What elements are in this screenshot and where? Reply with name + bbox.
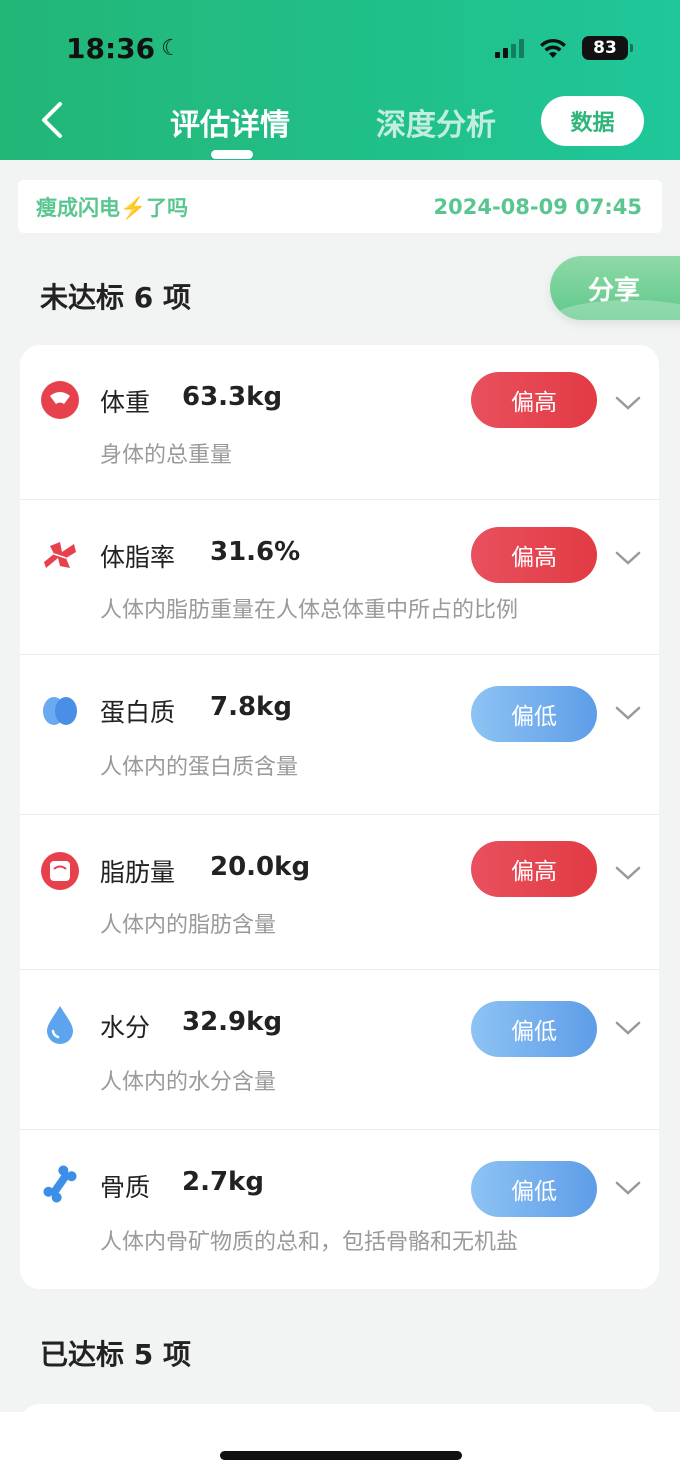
bone-icon (43, 1165, 77, 1203)
info-bar: 瘦成闪电⚡️了吗 2024-08-09 07:45 (18, 180, 662, 233)
data-button[interactable]: 数据 (541, 96, 644, 146)
metric-value: 32.9kg (182, 1007, 283, 1037)
metric-row-body-fat[interactable]: 体脂率 31.6% 偏高 人体内脂肪重量在人体总体重中所占的比例 (20, 500, 659, 655)
metric-value: 63.3kg (182, 382, 283, 412)
metric-name: 水分 (100, 1013, 151, 1042)
metric-value: 2.7kg (182, 1167, 264, 1197)
status-time: 18:36 ☾ (66, 32, 181, 65)
status-badge: 偏低 (471, 1001, 597, 1057)
tab-deep-analysis[interactable]: 深度分析 (376, 100, 496, 144)
metric-row-weight[interactable]: 体重 63.3kg 偏高 身体的总重量 (20, 345, 659, 500)
status-badge: 偏高 (471, 841, 597, 897)
status-badge: 偏低 (471, 686, 597, 742)
metric-description: 人体内脂肪重量在人体总体重中所占的比例 (100, 598, 519, 623)
met-card (20, 1404, 659, 1474)
battery-icon: 83 (582, 36, 633, 60)
chevron-down-icon[interactable] (615, 550, 641, 566)
metric-row-bone[interactable]: 骨质 2.7kg 偏低 人体内骨矿物质的总和，包括骨骼和无机盐 (20, 1130, 659, 1289)
weight-scale-icon (41, 381, 79, 419)
metric-description: 人体内骨矿物质的总和，包括骨骼和无机盐 (100, 1230, 519, 1255)
fat-scale-icon (41, 852, 79, 890)
share-label: 分享 (588, 275, 641, 306)
unmet-section-title: 未达标 6 项 (40, 281, 191, 314)
share-button[interactable]: 分享 (550, 256, 680, 320)
met-section-title: 已达标 5 项 (40, 1338, 191, 1371)
wifi-icon (540, 38, 566, 58)
metric-description: 人体内的脂肪含量 (100, 913, 277, 938)
water-drop-icon (47, 1006, 73, 1044)
metric-row-water[interactable]: 水分 32.9kg 偏低 人体内的水分含量 (20, 970, 659, 1130)
moon-icon: ☾ (161, 36, 181, 61)
metric-name: 体脂率 (100, 543, 176, 572)
user-name: 瘦成闪电⚡️了吗 (36, 195, 189, 220)
back-icon[interactable] (38, 100, 68, 140)
measure-datetime: 2024-08-09 07:45 (433, 194, 642, 219)
chevron-down-icon[interactable] (615, 865, 641, 881)
cellular-signal-icon (495, 38, 524, 58)
status-badge: 偏高 (471, 527, 597, 583)
metric-description: 身体的总重量 (100, 443, 233, 468)
home-indicator[interactable] (220, 1451, 462, 1460)
metric-value: 20.0kg (210, 852, 311, 882)
status-badge: 偏低 (471, 1161, 597, 1217)
status-indicators: 83 (495, 36, 633, 60)
unmet-card: 体重 63.3kg 偏高 身体的总重量 体脂率 31.6% 偏高 人体内脂肪重量… (20, 345, 659, 1289)
metric-name: 体重 (100, 388, 151, 417)
metric-name: 蛋白质 (100, 698, 176, 727)
status-badge: 偏高 (471, 372, 597, 428)
tab-indicator (211, 150, 253, 159)
metric-row-protein[interactable]: 蛋白质 7.8kg 偏低 人体内的蛋白质含量 (20, 655, 659, 815)
chevron-down-icon[interactable] (615, 705, 641, 721)
chevron-down-icon[interactable] (615, 1180, 641, 1196)
metric-name: 骨质 (100, 1173, 151, 1202)
metric-value: 31.6% (210, 537, 301, 567)
metric-description: 人体内的蛋白质含量 (100, 755, 299, 780)
body-fat-icon (44, 542, 76, 568)
chevron-down-icon[interactable] (615, 1020, 641, 1036)
chevron-down-icon[interactable] (615, 395, 641, 411)
metric-name: 脂肪量 (100, 858, 176, 887)
metric-description: 人体内的水分含量 (100, 1070, 277, 1095)
metric-row-fat-mass[interactable]: 脂肪量 20.0kg 偏高 人体内的脂肪含量 (20, 815, 659, 970)
protein-icon (43, 697, 77, 725)
metric-value: 7.8kg (210, 692, 292, 722)
tab-assessment-details[interactable]: 评估详情 (170, 100, 290, 144)
